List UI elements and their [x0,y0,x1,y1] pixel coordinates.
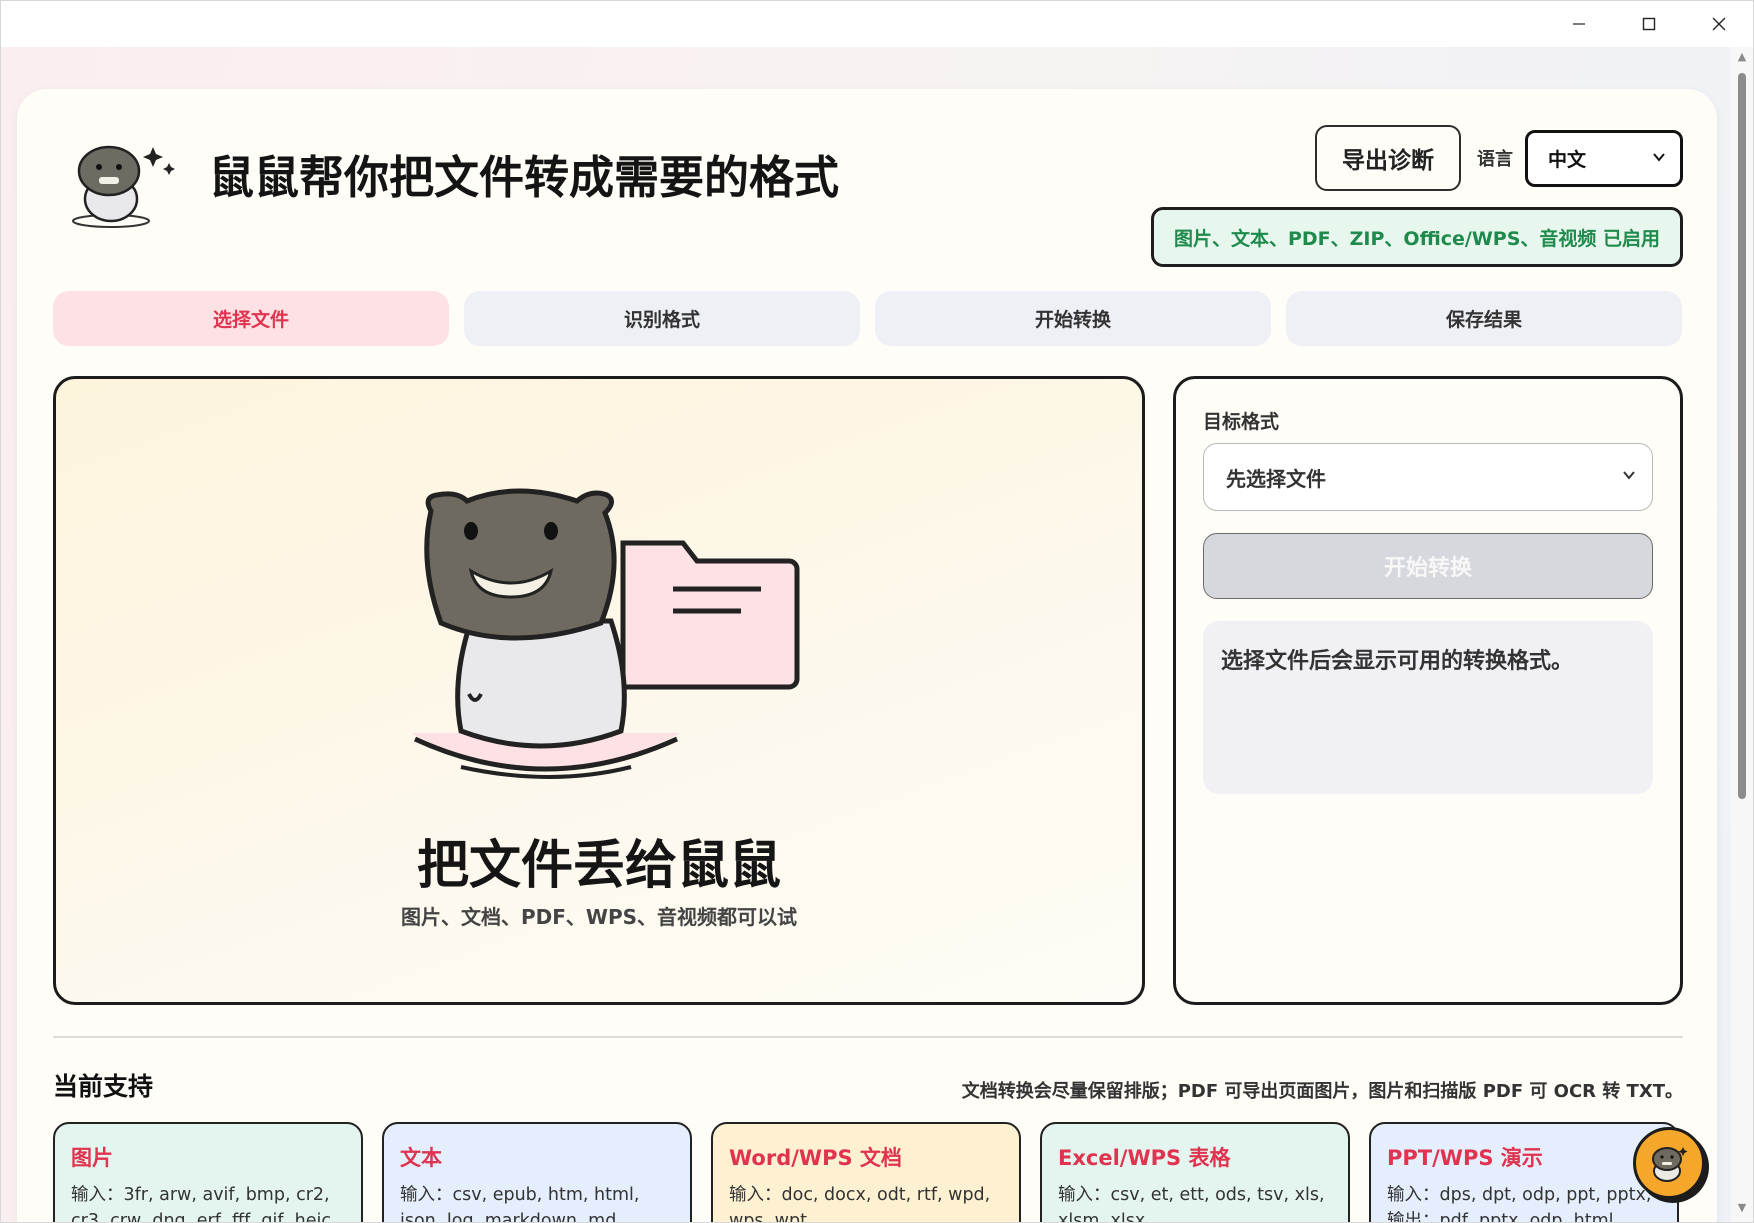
language-label: 语言 [1477,149,1513,170]
support-title: 当前支持 [53,1072,154,1101]
step-save-result[interactable]: 保存结果 [1286,291,1682,346]
hamster-sparkle-icon [72,145,175,228]
scroll-down-icon[interactable]: ▼ [1736,1202,1748,1214]
section-divider [53,1036,1683,1038]
hamster-avatar-icon [1652,1147,1688,1182]
chevron-down-icon [1623,471,1635,480]
format-card-excel: Excel/WPS 表格 输入：csv, et, ett, ods, tsv, … [1040,1122,1350,1223]
step-detect-format[interactable]: 识别格式 [464,291,860,346]
format-card-line: 输入：dps, dpt, odp, ppt, pptx, [1387,1185,1652,1205]
format-card-line: xlsm, xlsx, [1058,1211,1151,1223]
support-note: 文档转换会尽量保留排版；PDF 可导出页面图片，图片和扫描版 PDF 可 OCR… [961,1081,1683,1102]
format-card-line: wps, wpt, [729,1211,813,1223]
minimize-icon [1573,23,1585,25]
hamster-with-folder-icon [411,488,800,779]
format-card-title: 文本 [400,1146,442,1170]
vertical-scrollbar[interactable]: ▲ ▼ [1731,47,1753,1222]
format-card-title: Word/WPS 文档 [729,1146,902,1170]
status-badge: 图片、文本、PDF、ZIP、Office/WPS、音视频 已启用 [1151,207,1683,267]
app-title: 鼠鼠帮你把文件转成需要的格式 [209,151,840,204]
scroll-up-icon[interactable]: ▲ [1736,51,1748,63]
maximize-icon [1642,17,1656,31]
info-text: 选择文件后会显示可用的转换格式。 [1221,649,1574,674]
format-card-text: 文本 输入：csv, epub, htm, html, json, log, m… [382,1122,692,1223]
minimize-button[interactable] [1544,1,1614,47]
chevron-down-icon [1653,153,1665,162]
format-card-word: Word/WPS 文档 输入：doc, docx, odt, rtf, wpd,… [711,1122,1021,1223]
format-card-line: json, log, markdown, md, [400,1211,622,1223]
start-convert-button[interactable]: 开始转换 [1203,533,1653,599]
app-window: ▲ ▼ 鼠鼠帮你把文件转成需要的格式 导出诊断 语言 中文 图片、文本、PDF、… [0,0,1754,1223]
hamster-avatar-button[interactable] [1633,1127,1705,1199]
drop-zone-title: 把文件丢给鼠鼠 [416,836,781,896]
format-card-ppt: PPT/WPS 演示 输入：dps, dpt, odp, ppt, pptx, … [1369,1122,1679,1223]
close-icon [1712,17,1726,31]
format-card-title: PPT/WPS 演示 [1387,1146,1543,1170]
language-value: 中文 [1548,149,1587,171]
format-card-title: Excel/WPS 表格 [1058,1146,1231,1170]
format-card-line: cr3, crw, dng, erf, fff, gif, heic, [71,1211,337,1223]
maximize-button[interactable] [1614,1,1684,47]
step-start-convert[interactable]: 开始转换 [875,291,1271,346]
step-select-file[interactable]: 选择文件 [53,291,449,346]
format-card-line: 输出：pdf, pptx, odp, html, [1387,1211,1620,1223]
target-format-select[interactable]: 先选择文件 [1203,443,1653,511]
target-format-label: 目标格式 [1203,411,1280,433]
format-card-line: 输入：3fr, arw, avif, bmp, cr2, [71,1185,330,1205]
target-format-value: 先选择文件 [1226,466,1326,491]
format-card-line: 输入：doc, docx, odt, rtf, wpd, [729,1185,991,1205]
format-card-line: 输入：csv, epub, htm, html, [400,1185,640,1205]
language-select[interactable]: 中文 [1525,130,1683,187]
format-card-title: 图片 [71,1146,113,1170]
export-diagnostics-button[interactable]: 导出诊断 [1315,125,1461,191]
close-button[interactable] [1684,1,1753,47]
format-card-image: 图片 输入：3fr, arw, avif, bmp, cr2, cr3, crw… [53,1122,363,1223]
drop-zone-hint: 图片、文档、PDF、WPS、音视频都可以试 [400,905,798,929]
title-bar [1,1,1753,47]
format-card-line: 输入：csv, et, ett, ods, tsv, xls, [1058,1185,1325,1205]
scroll-thumb[interactable] [1738,73,1746,799]
